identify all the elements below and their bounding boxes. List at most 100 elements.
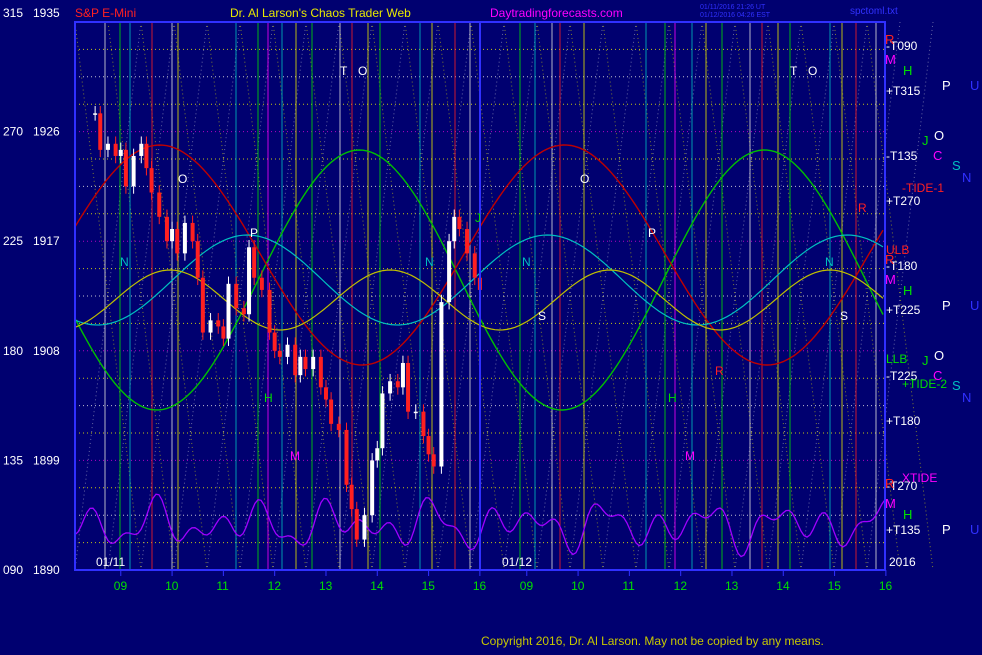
in-chart-planet-label: R bbox=[715, 364, 724, 378]
planet-label: M bbox=[885, 496, 896, 511]
site-title: Dr. Al Larson's Chaos Trader Web bbox=[230, 6, 411, 20]
planet-label: R bbox=[885, 252, 894, 267]
x-axis-tick-label: 09 bbox=[114, 579, 128, 593]
price-candle-body bbox=[93, 113, 98, 115]
x-axis-tick-label: 14 bbox=[370, 579, 384, 593]
price-candle-body bbox=[247, 247, 252, 315]
timestamp-ut: 01/11/2016 21:26 UT bbox=[700, 4, 766, 11]
price-candle-body bbox=[323, 387, 328, 400]
in-chart-planet-label: N bbox=[425, 255, 434, 269]
price-candle-body bbox=[388, 381, 393, 394]
price-candle-body bbox=[426, 436, 431, 455]
price-candle-body bbox=[285, 344, 290, 357]
in-chart-planet-label: H bbox=[264, 391, 273, 405]
planet-label: P bbox=[942, 298, 951, 313]
price-candle-body bbox=[241, 308, 246, 315]
price-candle-body bbox=[395, 381, 400, 388]
header-degree-315: 315 bbox=[3, 6, 23, 20]
x-axis-tick-label: 12 bbox=[268, 579, 282, 593]
in-chart-planet-label: O bbox=[580, 172, 589, 186]
planet-label: U bbox=[970, 522, 979, 537]
price-candle-body bbox=[105, 143, 110, 150]
x-axis-tick-label: 13 bbox=[725, 579, 739, 593]
chart-background bbox=[0, 0, 982, 650]
in-chart-planet-label: J bbox=[475, 211, 481, 225]
in-chart-planet-label: S bbox=[538, 309, 546, 323]
planet-label: P bbox=[942, 522, 951, 537]
y-axis-degree-label: 180 bbox=[3, 344, 23, 358]
in-chart-planet-label: O bbox=[178, 172, 187, 186]
price-candle-body bbox=[439, 302, 444, 467]
price-candle-body bbox=[208, 320, 213, 333]
planet-label: H bbox=[903, 507, 912, 522]
price-candle-body bbox=[362, 515, 367, 540]
price-candle-body bbox=[226, 283, 231, 339]
price-candle-body bbox=[131, 155, 136, 187]
price-candle-body bbox=[472, 253, 477, 278]
in-chart-planet-label: P bbox=[250, 226, 258, 240]
x-axis-tick-label: 12 bbox=[674, 579, 688, 593]
price-candle-body bbox=[349, 484, 354, 510]
y-axis-degree-label: 135 bbox=[3, 453, 23, 467]
price-candle-body bbox=[164, 216, 169, 242]
right-level-label: +T180 bbox=[886, 414, 921, 428]
x-axis-tick-label: 15 bbox=[422, 579, 436, 593]
copyright-footer: Copyright 2016, Dr. Al Larson. May not b… bbox=[481, 634, 824, 648]
chart-svg: 315 1935 S&P E-Mini Dr. Al Larson's Chao… bbox=[0, 0, 982, 650]
right-level-label: LLB bbox=[886, 352, 907, 366]
in-chart-planet-label: O bbox=[808, 64, 817, 78]
planet-label: J bbox=[922, 353, 929, 368]
right-level-label: +T225 bbox=[886, 303, 921, 317]
x-axis-tick-label: 16 bbox=[879, 579, 893, 593]
price-candle-body bbox=[277, 350, 282, 357]
price-candle-body bbox=[303, 356, 308, 370]
price-candle-body bbox=[465, 229, 470, 254]
y-axis-price-label: 1926 bbox=[33, 125, 60, 139]
price-candle-body bbox=[344, 429, 349, 485]
in-chart-planet-label: T bbox=[340, 64, 348, 78]
y-axis-price-label: 1899 bbox=[33, 453, 60, 467]
price-candle-body bbox=[200, 277, 205, 333]
price-candle-body bbox=[336, 423, 341, 430]
file-name: spctoml.txt bbox=[850, 6, 898, 17]
date-label-0112: 01/12 bbox=[502, 555, 532, 569]
price-candle-body bbox=[267, 289, 272, 333]
price-candle-body bbox=[329, 399, 334, 424]
price-candle-body bbox=[144, 143, 149, 169]
y-axis-degree-label: 090 bbox=[3, 563, 23, 577]
price-candle-body bbox=[123, 149, 128, 187]
planet-label: M bbox=[885, 52, 896, 67]
year-label: 2016 bbox=[889, 555, 916, 569]
site-url[interactable]: Daytradingforecasts.com bbox=[490, 6, 623, 20]
planet-label: U bbox=[970, 298, 979, 313]
x-axis-tick-label: 11 bbox=[622, 579, 635, 593]
price-candle-body bbox=[406, 362, 411, 412]
price-candle-body bbox=[318, 356, 323, 388]
in-chart-planet-label: M bbox=[685, 449, 695, 463]
price-candle-body bbox=[259, 277, 264, 290]
price-candle-body bbox=[354, 509, 359, 540]
in-chart-planet-label: M bbox=[290, 449, 300, 463]
price-candle-body bbox=[175, 229, 180, 254]
planet-label: N bbox=[962, 170, 971, 185]
price-candle-body bbox=[298, 356, 303, 376]
planet-label: H bbox=[903, 63, 912, 78]
price-candle-body bbox=[400, 362, 405, 388]
in-chart-planet-label: O bbox=[358, 64, 367, 78]
price-candle-body bbox=[457, 216, 462, 230]
instrument-title: S&P E-Mini bbox=[75, 6, 136, 20]
planet-label: H bbox=[903, 283, 912, 298]
date-label-0111: 01/11 bbox=[96, 555, 125, 569]
price-candle-body bbox=[431, 454, 436, 467]
planet-label: S bbox=[952, 158, 961, 173]
planet-label: R bbox=[885, 476, 894, 491]
price-candle-body bbox=[380, 393, 385, 449]
y-axis-degree-label: 225 bbox=[3, 234, 23, 248]
price-candle-body bbox=[182, 222, 187, 254]
price-candle-body bbox=[252, 247, 257, 278]
price-candle-body bbox=[452, 216, 457, 242]
right-level-label: XTIDE bbox=[902, 471, 937, 485]
y-axis-degree-label: 270 bbox=[3, 125, 23, 139]
price-candle-body bbox=[272, 332, 277, 351]
planet-label: M bbox=[885, 272, 896, 287]
